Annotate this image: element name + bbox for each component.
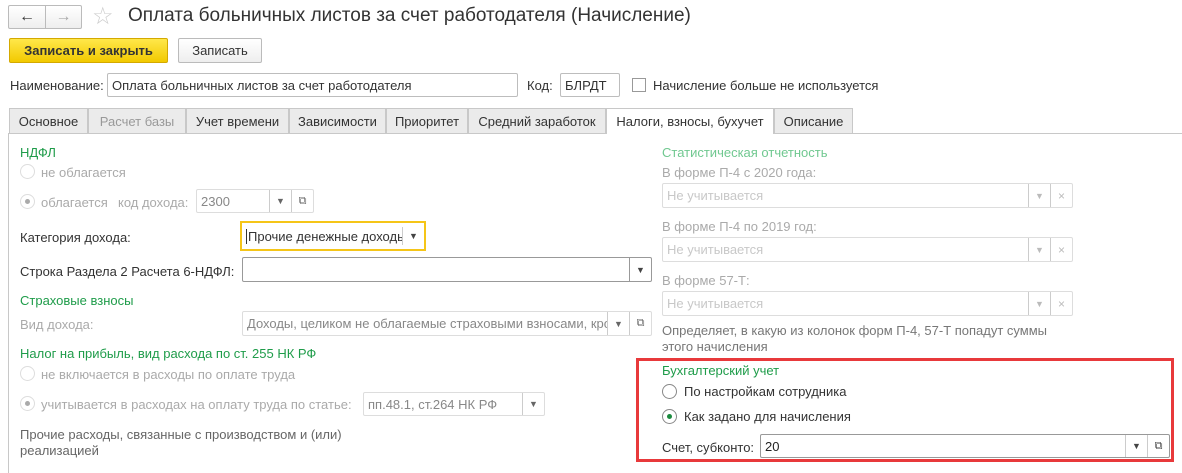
- dropdown-icon[interactable]: ▼: [1028, 184, 1050, 207]
- other-expenses-line1: Прочие расходы, связанные с производство…: [20, 427, 342, 442]
- account-label: Счет, субконто:: [662, 440, 755, 455]
- p4-2020-field[interactable]: Не учитывается ▼ ×: [662, 183, 1073, 208]
- included-radio[interactable]: [20, 396, 35, 411]
- not-taxed-radio[interactable]: [20, 164, 35, 179]
- dropdown-icon[interactable]: ▼: [607, 312, 629, 335]
- income-type-field[interactable]: Доходы, целиком не облагаемые страховыми…: [242, 311, 652, 336]
- tab-time[interactable]: Учет времени: [186, 108, 289, 133]
- dropdown-icon[interactable]: ▼: [629, 258, 651, 281]
- article-field[interactable]: пп.48.1, ст.264 НК РФ ▼: [363, 392, 545, 416]
- income-code-label: код дохода:: [118, 195, 189, 210]
- taxed-radio[interactable]: [20, 194, 35, 209]
- code-label: Код:: [527, 78, 553, 93]
- back-button[interactable]: ←: [8, 5, 46, 29]
- unused-label: Начисление больше не используется: [653, 78, 879, 93]
- dropdown-icon[interactable]: ▼: [1028, 238, 1050, 261]
- open-icon[interactable]: ⧉: [291, 190, 313, 212]
- not-included-label: не включается в расходы по оплате труда: [41, 367, 296, 382]
- not-taxed-label: не облагается: [41, 165, 126, 180]
- clear-icon[interactable]: ×: [1050, 292, 1072, 315]
- clear-icon[interactable]: ×: [1050, 238, 1072, 261]
- stats-title: Статистическая отчетность: [662, 145, 828, 160]
- dropdown-icon[interactable]: ▼: [1028, 292, 1050, 315]
- line6-field[interactable]: ▼: [242, 257, 652, 282]
- unused-checkbox[interactable]: [632, 78, 646, 92]
- arrow-left-icon: ←: [19, 8, 35, 25]
- dropdown-icon[interactable]: ▼: [402, 226, 424, 246]
- save-and-close-button[interactable]: Записать и закрыть: [9, 38, 168, 63]
- f57-label: В форме 57-Т:: [662, 273, 750, 288]
- dropdown-icon[interactable]: ▼: [522, 393, 544, 415]
- profit-tax-title: Налог на прибыль, вид расхода по ст. 255…: [20, 346, 317, 361]
- save-button[interactable]: Записать: [178, 38, 262, 63]
- tab-priority[interactable]: Приоритет: [386, 108, 468, 133]
- forward-button[interactable]: →: [45, 5, 82, 29]
- account-field[interactable]: 20 ▼ ⧉: [760, 434, 1170, 458]
- by-employee-label: По настройкам сотрудника: [684, 384, 847, 399]
- clear-icon[interactable]: ×: [1050, 184, 1072, 207]
- p4-2019-field[interactable]: Не учитывается ▼ ×: [662, 237, 1073, 262]
- by-employee-radio[interactable]: [662, 384, 677, 399]
- as-set-radio[interactable]: [662, 409, 677, 424]
- f57-field[interactable]: Не учитывается ▼ ×: [662, 291, 1073, 316]
- page-title: Оплата больничных листов за счет работод…: [128, 5, 691, 26]
- open-icon[interactable]: ⧉: [1147, 435, 1169, 457]
- open-icon[interactable]: ⧉: [629, 312, 651, 335]
- tab-base-calc[interactable]: Расчет базы: [88, 108, 186, 133]
- included-label: учитывается в расходах на оплату труда п…: [41, 397, 352, 412]
- tab-description[interactable]: Описание: [774, 108, 853, 133]
- name-label: Наименование:: [10, 78, 104, 93]
- dropdown-icon[interactable]: ▼: [1125, 435, 1147, 457]
- ndfl-title: НДФЛ: [20, 145, 56, 160]
- other-expenses-line2: реализацией: [20, 443, 99, 458]
- accounting-title: Бухгалтерский учет: [662, 363, 780, 378]
- tab-average-earnings[interactable]: Средний заработок: [468, 108, 606, 133]
- not-included-radio[interactable]: [20, 366, 35, 381]
- insurance-title: Страховые взносы: [20, 293, 134, 308]
- income-category-field[interactable]: Прочие денежные доходы ▼: [240, 221, 426, 251]
- code-input[interactable]: БЛРДТ: [560, 73, 620, 97]
- tab-main[interactable]: Основное: [9, 108, 88, 133]
- income-type-label: Вид дохода:: [20, 317, 94, 332]
- dropdown-icon[interactable]: ▼: [269, 190, 291, 212]
- tab-taxes[interactable]: Налоги, взносы, бухучет: [606, 108, 774, 134]
- as-set-label: Как задано для начисления: [684, 409, 851, 424]
- line6-label: Строка Раздела 2 Расчета 6-НДФЛ:: [20, 264, 235, 279]
- tab-dependencies[interactable]: Зависимости: [289, 108, 386, 133]
- p4-2020-label: В форме П-4 с 2020 года:: [662, 165, 817, 180]
- stats-note-line1: Определяет, в какую из колонок форм П-4,…: [662, 323, 1048, 338]
- favorite-star-icon[interactable]: ☆: [92, 2, 114, 31]
- stats-note-line2: этого начисления: [662, 339, 768, 354]
- name-input[interactable]: Оплата больничных листов за счет работод…: [107, 73, 518, 97]
- income-category-label: Категория дохода:: [20, 230, 131, 245]
- arrow-right-icon: →: [55, 8, 72, 25]
- taxed-label: облагается: [41, 195, 108, 210]
- p4-2019-label: В форме П-4 по 2019 год:: [662, 219, 817, 234]
- income-code-field[interactable]: 2300 ▼ ⧉: [196, 189, 314, 213]
